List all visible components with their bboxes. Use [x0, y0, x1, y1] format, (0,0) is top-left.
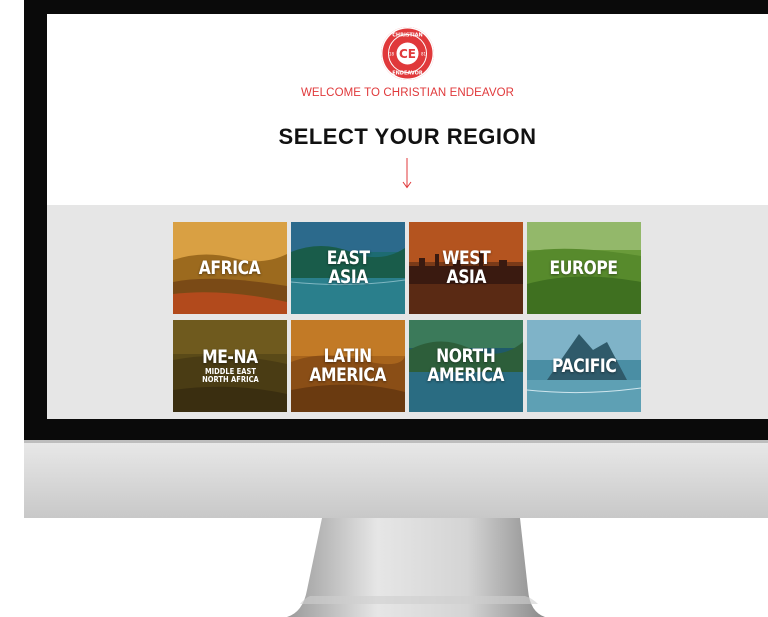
region-name: EAST ASIA: [326, 247, 370, 288]
region-tile-north-america[interactable]: NORTH AMERICA: [409, 320, 523, 412]
region-tile-west-asia[interactable]: WEST ASIA: [409, 222, 523, 314]
monitor-chin-edge: [24, 440, 768, 443]
region-grid: AFRICA EAST ASIA WEST ASIA EUROPE ME-NA …: [173, 222, 643, 412]
monitor-chin: [24, 440, 768, 518]
screen: CE CHRISTIAN ENDEAVOR 18 81 WELCOME TO C…: [47, 14, 768, 419]
region-subtitle: MIDDLE EAST NORTH AFRICA: [201, 367, 259, 384]
down-arrow-icon: [402, 158, 412, 189]
christian-endeavor-logo[interactable]: CE CHRISTIAN ENDEAVOR 18 81: [381, 27, 434, 80]
region-tile-pacific[interactable]: PACIFIC: [527, 320, 641, 412]
region-name: AFRICA: [199, 256, 261, 279]
logo-top-text: CHRISTIAN: [392, 33, 423, 39]
region-name: EUROPE: [549, 256, 619, 279]
logo-monogram: CE: [399, 47, 416, 61]
region-band: AFRICA EAST ASIA WEST ASIA EUROPE ME-NA …: [47, 205, 768, 419]
logo-left-number: 18: [389, 52, 395, 57]
region-tile-east-asia[interactable]: EAST ASIA: [291, 222, 405, 314]
logo-bottom-text: ENDEAVOR: [392, 71, 423, 77]
region-name: WEST ASIA: [441, 247, 491, 288]
region-tile-africa[interactable]: AFRICA: [173, 222, 287, 314]
region-name: LATIN AMERICA: [309, 345, 387, 386]
region-tile-latin-america[interactable]: LATIN AMERICA: [291, 320, 405, 412]
region-tile-europe[interactable]: EUROPE: [527, 222, 641, 314]
page-title: SELECT YOUR REGION: [278, 124, 537, 149]
region-name: ME-NA: [202, 346, 258, 368]
region-tile-me-na[interactable]: ME-NA MIDDLE EAST NORTH AFRICA: [173, 320, 287, 412]
region-name: NORTH AMERICA: [427, 345, 505, 386]
region-name: PACIFIC: [551, 354, 617, 377]
welcome-text: WELCOME TO CHRISTIAN ENDEAVOR: [300, 87, 515, 99]
logo-right-number: 81: [421, 52, 427, 57]
hero-section: CE CHRISTIAN ENDEAVOR 18 81 WELCOME TO C…: [47, 14, 768, 205]
